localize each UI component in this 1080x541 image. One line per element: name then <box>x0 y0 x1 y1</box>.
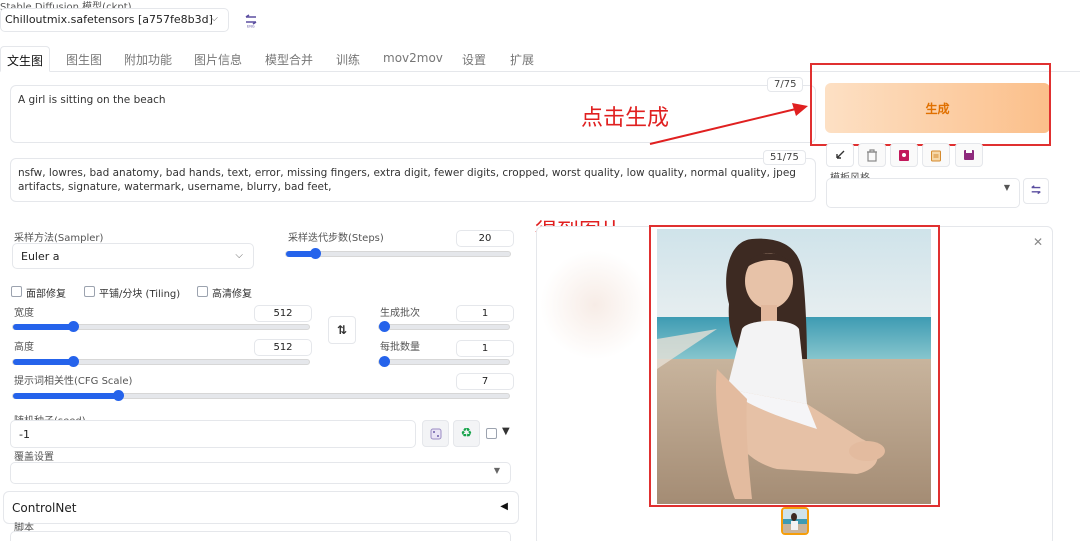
tab-train[interactable]: 训练 <box>336 46 360 72</box>
batch-size-slider[interactable] <box>378 356 510 367</box>
steps-slider[interactable] <box>285 248 511 259</box>
tab-img2img[interactable]: 图生图 <box>66 46 102 72</box>
height-slider-fill <box>13 359 73 365</box>
tab-extensions[interactable]: 扩展 <box>510 46 534 72</box>
height-label: 高度 <box>14 342 34 353</box>
style-select[interactable]: ▼ <box>826 178 1020 208</box>
cfg-label: 提示词相关性(CFG Scale) <box>14 376 133 387</box>
batch-count-slider-thumb[interactable] <box>379 321 390 332</box>
hires-fix-checkbox[interactable] <box>197 286 208 297</box>
restore-prompt-icon[interactable] <box>826 143 854 167</box>
dice-icon[interactable] <box>422 420 449 447</box>
save-style-icon[interactable] <box>955 143 983 167</box>
negative-token-counter: 51/75 <box>763 150 806 165</box>
extra-seed-checkbox[interactable] <box>486 428 497 439</box>
script-select[interactable] <box>10 531 511 541</box>
height-number-input[interactable]: 512 <box>254 339 312 356</box>
height-slider[interactable] <box>12 356 310 367</box>
cfg-number-input[interactable]: 7 <box>456 373 514 390</box>
recycle-icon[interactable]: ♻ <box>453 420 480 447</box>
swap-dimensions-icon[interactable]: ⇅ <box>328 316 356 344</box>
sampler-value: Euler a <box>21 250 60 263</box>
collapse-arrow-icon: ◀ <box>500 501 508 512</box>
batch-count-slider[interactable] <box>378 321 510 332</box>
model-select[interactable]: Chilloutmix.safetensors [a757fe8b3d] ⌵ <box>0 8 229 32</box>
width-slider[interactable] <box>12 321 310 332</box>
cfg-slider-fill <box>13 393 118 399</box>
controlnet-label: ControlNet <box>12 501 77 515</box>
annotation-arrow-generate <box>649 103 808 145</box>
chevron-down-icon: ⌵ <box>210 13 218 24</box>
tab-checkpoint-merger[interactable]: 模型合并 <box>265 46 313 72</box>
seed-value: -1 <box>19 428 30 441</box>
height-slider-thumb[interactable] <box>68 356 79 367</box>
steps-label: 采样迭代步数(Steps) <box>288 233 384 244</box>
seed-input[interactable]: -1 <box>10 420 416 448</box>
highlight-box-image <box>649 225 940 507</box>
face-restore-checkbox[interactable] <box>11 286 22 297</box>
width-slider-fill <box>13 324 73 330</box>
tab-extras[interactable]: 附加功能 <box>124 46 172 72</box>
sampler-label: 采样方法(Sampler) <box>14 233 104 244</box>
tab-settings[interactable]: 设置 <box>462 46 486 72</box>
width-slider-thumb[interactable] <box>68 321 79 332</box>
extra-networks-icon[interactable] <box>890 143 918 167</box>
model-select-value: Chilloutmix.safetensors [a757fe8b3d] <box>5 13 213 26</box>
sampler-select[interactable]: Euler a ⌵ <box>12 243 254 269</box>
positive-prompt-text: A girl is sitting on the beach <box>18 94 166 106</box>
steps-slider-thumb[interactable] <box>310 248 321 259</box>
caret-down-icon: ▼ <box>493 466 500 475</box>
batch-size-number-input[interactable]: 1 <box>456 340 514 357</box>
batch-size-slider-thumb[interactable] <box>379 356 390 367</box>
tiling-checkbox[interactable] <box>84 286 95 297</box>
close-icon[interactable]: ✕ <box>1033 235 1043 249</box>
positive-token-counter: 7/75 <box>767 77 804 92</box>
batch-size-label: 每批数量 <box>380 342 420 353</box>
clipboard-icon[interactable] <box>922 143 950 167</box>
batch-count-label: 生成批次 <box>380 308 420 319</box>
width-label: 宽度 <box>14 308 34 319</box>
hires-fix-label: 高清修复 <box>212 289 252 300</box>
gallery-thumbnail[interactable] <box>781 507 809 535</box>
svg-text:ENG: ENG <box>247 25 255 29</box>
cfg-slider-thumb[interactable] <box>113 390 124 401</box>
highlight-box-generate <box>810 63 1051 146</box>
chevron-down-icon: ⌵ <box>235 250 243 261</box>
steps-number-input[interactable]: 20 <box>456 230 514 247</box>
tab-mov2mov[interactable]: mov2mov <box>383 46 443 72</box>
tab-png-info[interactable]: 图片信息 <box>194 46 242 72</box>
cfg-slider[interactable] <box>12 390 510 401</box>
negative-prompt-input[interactable]: nsfw, lowres, bad anatomy, bad hands, te… <box>10 158 816 202</box>
width-number-input[interactable]: 512 <box>254 305 312 322</box>
negative-prompt-text: nsfw, lowres, bad anatomy, bad hands, te… <box>18 167 796 193</box>
batch-count-number-input[interactable]: 1 <box>456 305 514 322</box>
blurred-preview <box>540 250 650 360</box>
override-settings-select[interactable]: ▼ <box>10 462 511 484</box>
caret-down-icon: ▼ <box>1003 183 1010 192</box>
controlnet-accordion[interactable]: ControlNet ◀ <box>3 491 519 524</box>
override-settings-label: 覆盖设置 <box>14 452 54 463</box>
face-restore-label: 面部修复 <box>26 289 66 300</box>
swap-icon[interactable]: ENG <box>240 10 262 32</box>
caret-down-icon[interactable]: ▼ <box>502 426 510 437</box>
tab-txt2img[interactable]: 文生图 <box>0 46 51 72</box>
style-refresh-icon[interactable] <box>1023 178 1049 204</box>
tiling-label: 平铺/分块 (Tiling) <box>99 289 181 300</box>
trash-icon[interactable] <box>858 143 886 167</box>
